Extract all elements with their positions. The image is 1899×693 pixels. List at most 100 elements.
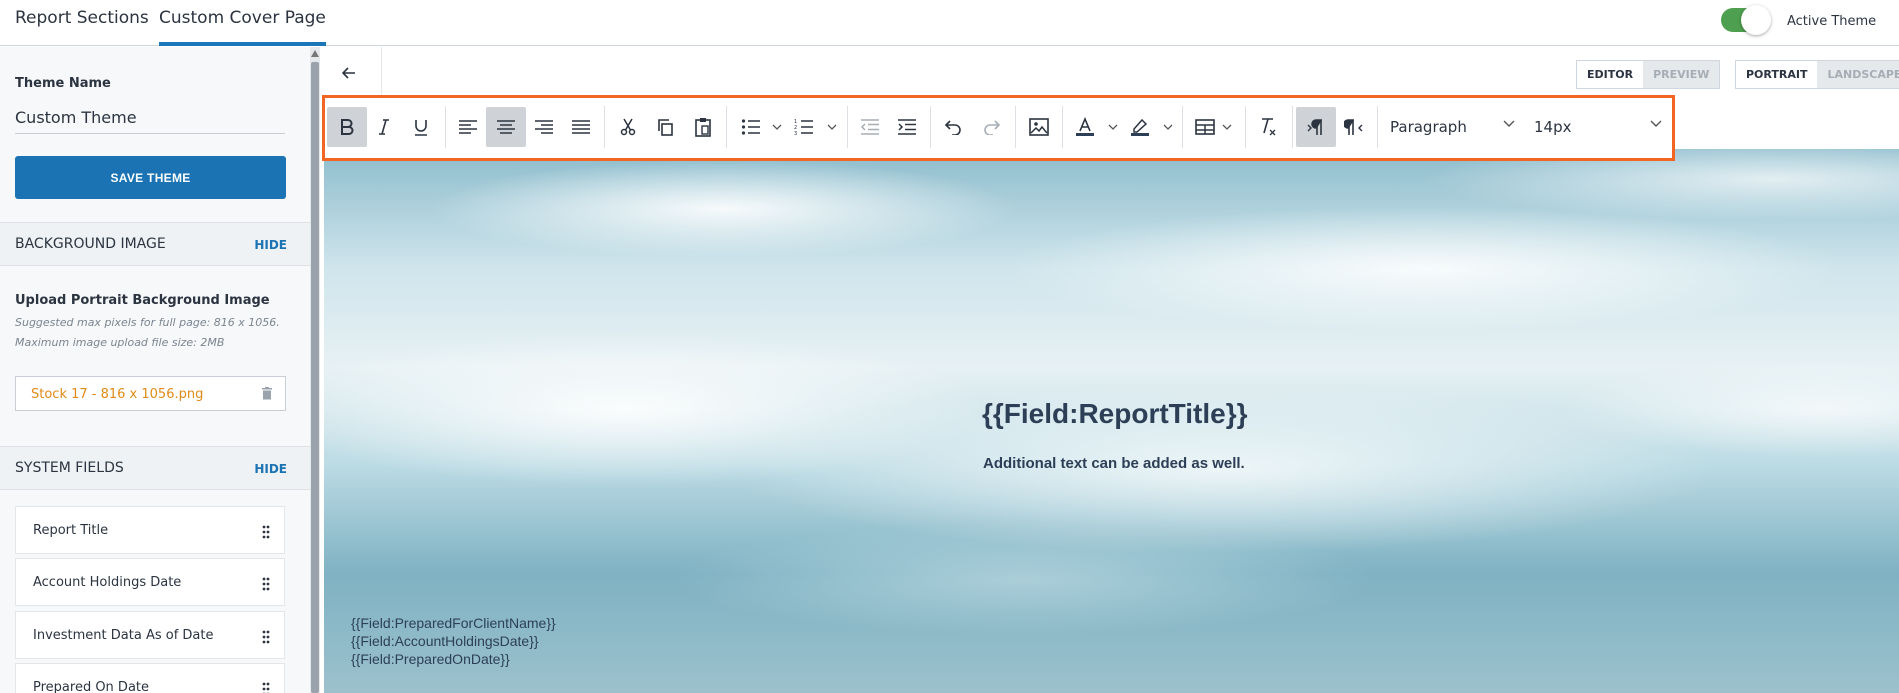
file-name: Stock 17 - 816 x 1056.png <box>31 387 204 402</box>
scrollbar-thumb[interactable] <box>311 62 319 693</box>
back-button[interactable] <box>322 47 382 99</box>
block-format-value: Paragraph <box>1390 118 1467 136</box>
align-center-button[interactable] <box>486 107 526 147</box>
section-title: SYSTEM FIELDS <box>15 460 124 476</box>
chevron-down-icon <box>1108 124 1118 130</box>
toolbar-separator <box>1182 106 1183 148</box>
insert-image-button[interactable] <box>1019 107 1059 147</box>
drag-handle-icon[interactable] <box>262 577 270 591</box>
system-field-item[interactable]: Report Title <box>15 506 285 554</box>
copy-button[interactable] <box>645 107 685 147</box>
align-right-icon <box>535 120 553 134</box>
tab-report-sections[interactable]: Report Sections <box>15 0 149 46</box>
scroll-up-arrow-icon[interactable] <box>311 50 319 57</box>
drag-handle-icon[interactable] <box>262 525 270 539</box>
preview-mode-button[interactable]: PREVIEW <box>1643 61 1720 88</box>
toolbar-separator <box>847 106 848 148</box>
chevron-down-icon <box>827 124 837 130</box>
active-theme-toggle[interactable] <box>1721 5 1771 35</box>
system-field-label: Report Title <box>33 523 109 538</box>
copy-icon <box>658 119 673 136</box>
toolbar-separator <box>1062 106 1063 148</box>
system-fields-section-header: SYSTEM FIELDS HIDE <box>0 446 310 490</box>
align-left-icon <box>459 120 477 134</box>
toolbar-separator <box>726 106 727 148</box>
bold-icon <box>341 119 354 135</box>
additional-text[interactable]: Additional text can be added as well. <box>983 455 1245 472</box>
chevron-down-icon <box>1650 120 1662 127</box>
save-theme-button[interactable]: SAVE THEME <box>15 156 286 199</box>
block-format-select[interactable]: Paragraph <box>1390 112 1515 142</box>
top-bar: Report Sections Custom Cover Page Active… <box>0 0 1899 46</box>
landscape-button[interactable]: LANDSCAPE <box>1817 61 1899 88</box>
italic-button[interactable] <box>364 107 404 147</box>
cut-button[interactable] <box>608 107 648 147</box>
font-size-value: 14px <box>1534 118 1572 136</box>
drag-handle-icon[interactable] <box>262 682 270 693</box>
prepared-on-date-field[interactable]: {{Field:PreparedOnDate}} <box>351 651 510 667</box>
toolbar-separator <box>1015 106 1016 148</box>
numbered-list-dropdown[interactable] <box>812 107 852 147</box>
justify-button[interactable] <box>561 107 601 147</box>
report-title-field[interactable]: {{Field:ReportTitle}} <box>982 398 1248 430</box>
system-field-item[interactable]: Investment Data As of Date <box>15 611 285 659</box>
indent-button[interactable] <box>887 107 927 147</box>
upload-hint: Suggested max pixels for full page: 816 … <box>15 316 280 329</box>
table-dropdown[interactable] <box>1207 107 1247 147</box>
system-field-item[interactable]: Prepared On Date <box>15 663 285 693</box>
chevron-down-icon <box>1222 124 1232 130</box>
system-field-label: Account Holdings Date <box>33 575 182 590</box>
paste-button[interactable] <box>683 107 723 147</box>
ltr-direction-button[interactable] <box>1296 107 1336 147</box>
paste-icon <box>695 118 711 137</box>
editor-mode-button[interactable]: EDITOR <box>1577 61 1644 88</box>
underline-button[interactable] <box>401 107 441 147</box>
system-field-label: Investment Data As of Date <box>33 628 214 643</box>
undo-button[interactable] <box>933 107 973 147</box>
scissors-icon <box>620 118 636 136</box>
align-right-button[interactable] <box>524 107 564 147</box>
upload-size-hint: Maximum image upload file size: 2MB <box>15 336 225 349</box>
redo-button[interactable] <box>972 107 1012 147</box>
uploaded-file[interactable]: Stock 17 - 816 x 1056.png <box>15 376 286 411</box>
align-left-button[interactable] <box>448 107 488 147</box>
system-field-label: Prepared On Date <box>33 680 150 693</box>
align-center-icon <box>497 120 515 134</box>
redo-icon <box>984 120 1001 135</box>
back-arrow-icon <box>342 67 355 79</box>
portrait-button[interactable]: PORTRAIT <box>1736 61 1818 88</box>
drag-handle-icon[interactable] <box>262 630 270 644</box>
chevron-down-icon <box>772 124 782 130</box>
toolbar-separator <box>930 106 931 148</box>
paragraph-rtl-icon <box>1344 119 1363 135</box>
svg-text:3: 3 <box>794 131 797 136</box>
paragraph-ltr-icon <box>1307 119 1322 135</box>
account-holdings-date-field[interactable]: {{Field:AccountHoldingsDate}} <box>351 633 539 649</box>
rtl-direction-button[interactable] <box>1334 107 1374 147</box>
font-size-select[interactable]: 14px <box>1534 112 1662 142</box>
chevron-down-icon <box>1163 124 1173 130</box>
orientation-toggle: PORTRAIT LANDSCAPE <box>1735 60 1899 89</box>
prepared-for-field[interactable]: {{Field:PreparedForClientName}} <box>351 615 556 631</box>
trash-icon[interactable] <box>261 387 273 400</box>
tab-custom-cover-page[interactable]: Custom Cover Page <box>159 0 326 46</box>
toggle-knob <box>1741 5 1771 35</box>
text-color-icon <box>1076 117 1094 136</box>
clear-formatting-icon <box>1262 118 1276 136</box>
undo-icon <box>944 120 961 135</box>
toolbar-separator <box>1292 106 1293 148</box>
section-title: BACKGROUND IMAGE <box>15 236 166 252</box>
outdent-button[interactable] <box>850 107 890 147</box>
upload-title: Upload Portrait Background Image <box>15 293 270 308</box>
hide-background-button[interactable]: HIDE <box>254 238 287 252</box>
theme-name-label: Theme Name <box>15 76 111 91</box>
system-field-item[interactable]: Account Holdings Date <box>15 558 285 606</box>
background-image-section-header: BACKGROUND IMAGE HIDE <box>0 222 310 266</box>
outdent-icon <box>860 119 879 135</box>
editor-preview-toggle: EDITOR PREVIEW <box>1576 60 1721 89</box>
theme-name-input[interactable] <box>15 102 285 134</box>
hide-system-fields-button[interactable]: HIDE <box>254 462 287 476</box>
underline-icon <box>415 120 427 136</box>
clear-formatting-button[interactable] <box>1248 107 1288 147</box>
bold-button[interactable] <box>327 107 367 147</box>
